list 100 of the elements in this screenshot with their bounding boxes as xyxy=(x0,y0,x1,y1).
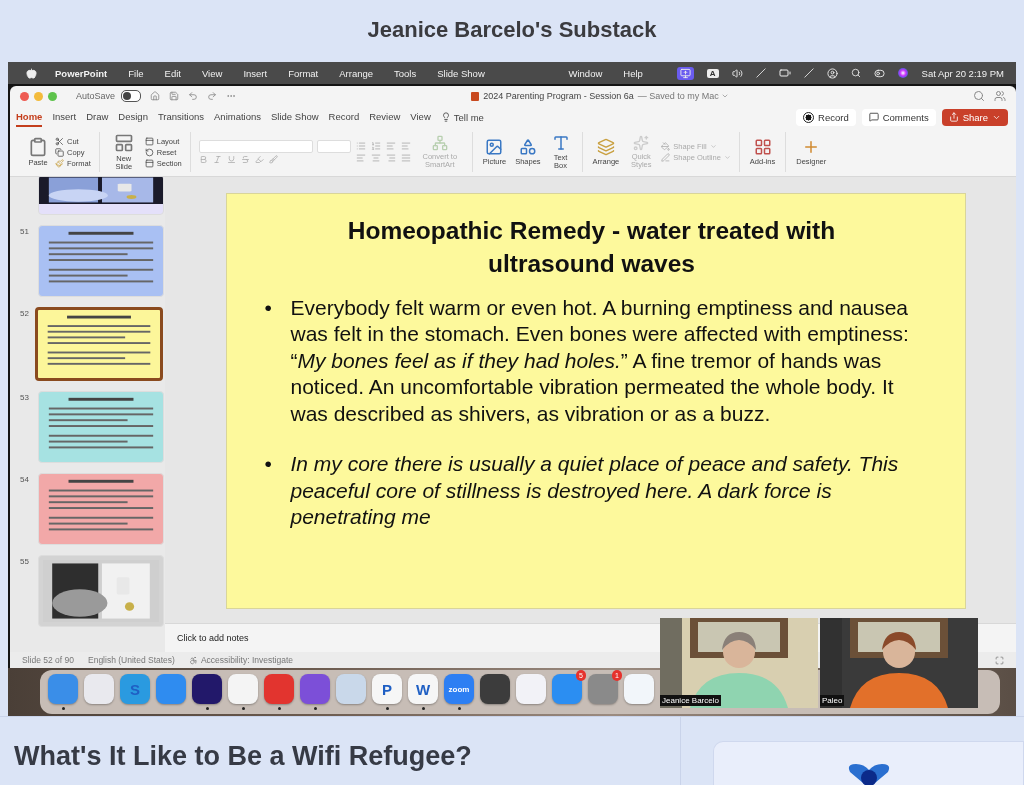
screen-share-icon[interactable] xyxy=(676,66,694,80)
ribbon-tab[interactable]: Insert xyxy=(52,107,77,127)
accessibility-icon xyxy=(188,655,198,665)
align-center-icon[interactable] xyxy=(370,153,381,163)
menu-item[interactable]: Format xyxy=(288,67,319,79)
ribbon-tab[interactable]: Draw xyxy=(86,107,109,127)
indent-icon[interactable] xyxy=(400,141,411,151)
search-icon[interactable] xyxy=(973,90,985,102)
menu-item[interactable]: Tools xyxy=(394,67,417,79)
bold-icon[interactable] xyxy=(198,155,208,164)
chevron-down-icon[interactable] xyxy=(720,92,729,100)
share-icon xyxy=(948,112,959,122)
save-icon[interactable] xyxy=(169,91,180,101)
apple-icon[interactable] xyxy=(26,67,37,79)
sparkles-icon xyxy=(633,134,650,151)
share-button[interactable]: Share xyxy=(941,108,1008,126)
redo-icon[interactable] xyxy=(207,91,218,101)
menu-item[interactable]: Help xyxy=(623,67,643,79)
menu-item[interactable]: File xyxy=(128,67,144,79)
slide-layout-icon xyxy=(113,132,134,153)
user-icon[interactable] xyxy=(826,67,838,79)
highlighter-icon[interactable] xyxy=(254,155,264,164)
ribbon-tab[interactable]: Design xyxy=(118,107,148,127)
input-source[interactable]: A xyxy=(706,68,719,78)
strikethrough-icon[interactable] xyxy=(240,155,250,164)
ribbon-tab[interactable]: Review xyxy=(369,107,401,127)
shapes-icon xyxy=(518,137,537,156)
underline-icon[interactable] xyxy=(226,155,236,164)
slide-number: 52 xyxy=(19,308,29,318)
menu-item[interactable]: View xyxy=(201,67,223,79)
post-headline[interactable]: What's It Like to Be a Wifi Refugee? xyxy=(0,717,681,785)
section-icon xyxy=(144,158,154,168)
comment-icon xyxy=(868,112,879,122)
status-text[interactable]: Accessibility: Investigate xyxy=(188,655,294,665)
app-icon[interactable] xyxy=(480,674,510,704)
justify-icon[interactable] xyxy=(400,153,411,163)
align-left-icon[interactable] xyxy=(355,153,366,163)
status-text: English (United States) xyxy=(88,655,175,665)
menu-item[interactable]: Insert xyxy=(243,67,268,79)
page-title: Jeanice Barcelo's Substack xyxy=(367,17,657,43)
align-right-icon[interactable] xyxy=(385,153,396,163)
minimize-icon[interactable] xyxy=(34,91,43,101)
app-icon[interactable]: W xyxy=(408,674,438,704)
bullet-marker: • xyxy=(264,294,273,321)
siri-icon[interactable] xyxy=(897,68,908,78)
save-status[interactable]: — Saved to my Mac xyxy=(637,91,719,101)
slash-icon[interactable] xyxy=(755,68,766,78)
app-icon[interactable]: P xyxy=(372,674,402,704)
brush-icon[interactable] xyxy=(268,155,278,164)
volume-icon[interactable] xyxy=(731,67,743,79)
bullet-text: In my core there is usually a quiet place of peace and safety. This peaceful core of stillness is destroyed here. A dark force is penetrating me xyxy=(290,451,900,531)
italic-icon[interactable] xyxy=(212,155,222,164)
comments-button[interactable]: Comments xyxy=(861,108,936,126)
ribbon-tab[interactable]: Home xyxy=(16,107,43,127)
font-size-field[interactable] xyxy=(316,140,351,153)
scissors-icon xyxy=(55,136,64,146)
slide-number: 55 xyxy=(19,556,29,566)
control-center-icon[interactable] xyxy=(873,67,885,79)
hierarchy-icon xyxy=(431,134,448,151)
bullet-marker: • xyxy=(264,451,273,478)
lightbulb-icon xyxy=(440,112,451,122)
indent-icon[interactable] xyxy=(385,141,396,151)
autosave-toggle[interactable] xyxy=(121,90,142,102)
copy-icon xyxy=(55,147,64,157)
numbered-list-icon[interactable] xyxy=(370,141,381,151)
ribbon-tab[interactable]: Record xyxy=(328,107,360,127)
menu-item[interactable]: Window xyxy=(568,67,603,79)
record-button[interactable]: Record xyxy=(796,108,856,126)
app-icon[interactable] xyxy=(192,674,222,704)
menu-item[interactable]: Edit xyxy=(164,67,181,79)
slide-thumbnail[interactable] xyxy=(35,307,163,381)
document-title: 2024 Parenting Program - Session 6a xyxy=(483,91,634,101)
image-icon xyxy=(485,137,504,156)
menu-item[interactable]: PowerPoint xyxy=(55,67,108,79)
tell-me-field[interactable]: Tell me xyxy=(453,111,484,123)
home-icon[interactable] xyxy=(150,91,161,101)
ribbon-tab[interactable]: Slide Show xyxy=(271,107,319,127)
paintbrush-icon xyxy=(55,158,64,168)
slash-icon[interactable] xyxy=(803,68,814,78)
undo-icon[interactable] xyxy=(188,91,199,101)
bullet-list-icon[interactable] xyxy=(355,141,366,151)
record-icon xyxy=(803,111,815,123)
zoom-icon[interactable] xyxy=(48,91,57,101)
battery-icon[interactable] xyxy=(778,67,791,79)
font-field[interactable] xyxy=(198,140,313,153)
app-icon[interactable]: zoom xyxy=(444,674,474,704)
menu-item[interactable]: Slide Show xyxy=(437,67,485,79)
people-icon[interactable] xyxy=(994,90,1006,102)
notes-field[interactable]: Click to add notes xyxy=(177,633,249,643)
ribbon-tab[interactable]: View xyxy=(410,107,431,127)
ribbon-tab[interactable]: Animations xyxy=(214,107,262,127)
search-icon[interactable] xyxy=(850,68,861,78)
paint-bucket-icon xyxy=(661,142,671,151)
ribbon-tab[interactable]: Transitions xyxy=(157,107,205,127)
slide-number: 51 xyxy=(19,226,29,236)
close-icon[interactable] xyxy=(20,91,29,101)
menu-item[interactable]: Arrange xyxy=(339,67,374,79)
participant-name: Jeanice Barcelo xyxy=(660,695,721,706)
fit-icon[interactable] xyxy=(995,655,1004,665)
pen-icon xyxy=(661,153,671,162)
